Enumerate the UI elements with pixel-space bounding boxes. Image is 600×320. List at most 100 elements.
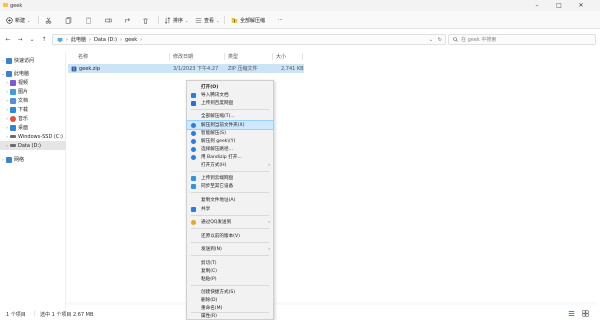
column-divider[interactable]: [224, 53, 225, 60]
extract-all-label: 全部解压缩: [240, 17, 266, 24]
column-divider[interactable]: [302, 53, 303, 60]
copy-button[interactable]: [65, 15, 72, 25]
forward-button[interactable]: →: [16, 35, 24, 43]
close-button[interactable]: ✕: [574, 0, 588, 11]
menu-item-label: 重命名(M): [201, 306, 223, 311]
maximize-button[interactable]: □: [552, 0, 566, 11]
address-bar[interactable]: › 此电脑 › Data (D:) › geek › ⌄ ↻: [52, 34, 446, 45]
menu-item-smart-extract[interactable]: 智能解压(S): [187, 129, 273, 137]
menu-item-extract-all[interactable]: 全部解压缩(T)...: [187, 112, 273, 120]
nav-item-label: 音乐: [18, 116, 29, 122]
menu-item-paste[interactable]: 粘贴(P): [187, 275, 273, 283]
rename-button[interactable]: [105, 15, 112, 25]
delete-button[interactable]: [142, 15, 149, 25]
nav-item-downloads[interactable]: › 下载: [0, 105, 66, 114]
chevron-right-icon: ›: [268, 219, 270, 225]
column-header-name[interactable]: 名称: [78, 52, 88, 61]
column-header-size[interactable]: 大小: [276, 52, 286, 61]
breadcrumb-this-pc[interactable]: 此电脑: [71, 36, 86, 43]
menu-item-label: 剪切(T): [201, 261, 217, 266]
baidu-netdisk-icon: [191, 100, 196, 106]
menu-item-rename[interactable]: 重命名(M): [187, 304, 273, 312]
breadcrumb-geek[interactable]: geek: [125, 37, 137, 43]
refresh-icon[interactable]: ↻: [438, 37, 442, 43]
bandizip-icon: [191, 138, 196, 144]
sort-button[interactable]: 排序 ⌄: [164, 15, 188, 25]
menu-item-send-via-qq[interactable]: 通过QQ发送到 ›: [187, 218, 273, 226]
menu-item-restore-previous-versions[interactable]: 还原以前的版本(V): [187, 232, 273, 240]
search-input[interactable]: 在 geek 中搜索: [448, 34, 596, 45]
menu-item-sync-devices[interactable]: 同步至其它设备: [187, 182, 273, 190]
table-row[interactable]: geek.zip 3/1/2023 下午4:27 ZIP 压缩文件 2,741 …: [68, 64, 304, 73]
up-button[interactable]: ↑: [40, 35, 48, 43]
bandizip-icon: [191, 122, 196, 128]
menu-item-delete[interactable]: 删除(D): [187, 296, 273, 304]
menu-item-label: 上传到百度网盘: [201, 101, 234, 106]
nav-item-windows-ssd[interactable]: › Windows-SSD (C:): [0, 132, 66, 141]
cut-button[interactable]: [45, 15, 52, 25]
large-icons-view-icon[interactable]: [582, 310, 589, 319]
menu-item-extract-to-geek[interactable]: 解压到 geek\(Y): [187, 137, 273, 145]
column-divider[interactable]: [169, 53, 170, 60]
drive-icon: [10, 144, 16, 147]
back-button[interactable]: ←: [4, 35, 12, 43]
nav-item-music[interactable]: › 音乐: [0, 114, 66, 123]
file-type: ZIP 压缩文件: [228, 66, 258, 72]
monitor-icon: [6, 70, 12, 77]
menu-item-copy[interactable]: 复制(C): [187, 267, 273, 275]
menu-item-open-with[interactable]: 打开方式(H) ›: [187, 161, 273, 169]
menu-item-create-shortcut[interactable]: 创建快捷方式(S): [187, 288, 273, 296]
share-button[interactable]: [124, 15, 131, 25]
menu-item-label: 复制(C): [201, 269, 217, 274]
menu-item-label: 解压到当前文件夹(X): [201, 123, 245, 128]
menu-item-choose-extract-path[interactable]: 选择解压路径...: [187, 145, 273, 153]
nav-item-data-drive[interactable]: › Data (D:): [0, 141, 66, 150]
column-divider[interactable]: [272, 53, 273, 60]
menu-divider: [191, 242, 269, 243]
menu-item-properties[interactable]: 属性(R): [187, 312, 273, 320]
breadcrumb-separator: ›: [140, 36, 143, 43]
nav-item-quick-access[interactable]: › 快速访问: [0, 56, 66, 65]
sort-icon: [164, 16, 171, 24]
cloud-icon: [191, 175, 196, 181]
more-button[interactable]: ···: [278, 15, 283, 25]
horizontal-scrollbar[interactable]: [66, 302, 596, 305]
recent-locations-button[interactable]: ⌄: [28, 35, 36, 43]
chevron-right-icon: ›: [268, 162, 270, 168]
nav-item-this-pc[interactable]: ⌄ 此电脑: [0, 69, 66, 78]
bandizip-icon: [191, 130, 196, 136]
nav-item-videos[interactable]: › 视频: [0, 78, 66, 87]
nav-item-documents[interactable]: › 文档: [0, 96, 66, 105]
nav-item-desktop[interactable]: › 桌面: [0, 123, 66, 132]
menu-item-label: 打开(O): [201, 85, 219, 90]
new-button[interactable]: 新建 ⌄: [6, 15, 30, 25]
breadcrumb-data-drive[interactable]: Data (D:): [94, 37, 117, 43]
paste-button[interactable]: [85, 15, 92, 25]
menu-item-upload-baidu[interactable]: 上传到百度网盘: [187, 99, 273, 107]
view-button[interactable]: 查看 ⌄: [195, 15, 219, 25]
menu-divider: [191, 255, 269, 256]
menu-item-cut[interactable]: 剪切(T): [187, 259, 273, 267]
minimize-button[interactable]: –: [530, 0, 544, 11]
clipboard-icon: [85, 17, 92, 24]
menu-divider: [191, 192, 269, 193]
menu-item-import-tencent-docs[interactable]: 导入腾讯文档: [187, 91, 273, 99]
menu-item-share[interactable]: 共享: [187, 205, 273, 213]
extract-all-button[interactable]: 全部解压缩: [231, 15, 265, 25]
address-dropdown-icon[interactable]: ⌄: [429, 37, 433, 43]
search-icon: [453, 37, 458, 42]
nav-item-network[interactable]: › 网络: [0, 155, 66, 164]
menu-item-open-with-bandizip[interactable]: 用 Bandizip 打开...: [187, 153, 273, 161]
nav-item-pictures[interactable]: › 图片: [0, 87, 66, 96]
column-header-modified[interactable]: 修改日期: [173, 52, 193, 61]
column-header-type[interactable]: 类型: [228, 52, 238, 61]
menu-item-label: 发送到(N): [201, 247, 222, 252]
nav-item-label: 桌面: [18, 125, 29, 131]
menu-item-send-to[interactable]: 发送到(N) ›: [187, 245, 273, 253]
nav-item-label: Data (D:): [18, 142, 41, 149]
menu-item-upload-cloud[interactable]: 上传到云端网盘: [187, 174, 273, 182]
menu-item-extract-here[interactable]: 解压到当前文件夹(X): [186, 120, 274, 130]
details-view-icon[interactable]: [568, 310, 575, 319]
menu-item-copy-path[interactable]: 复制文件地址(A): [187, 196, 273, 204]
menu-item-open[interactable]: 打开(O): [187, 83, 273, 91]
